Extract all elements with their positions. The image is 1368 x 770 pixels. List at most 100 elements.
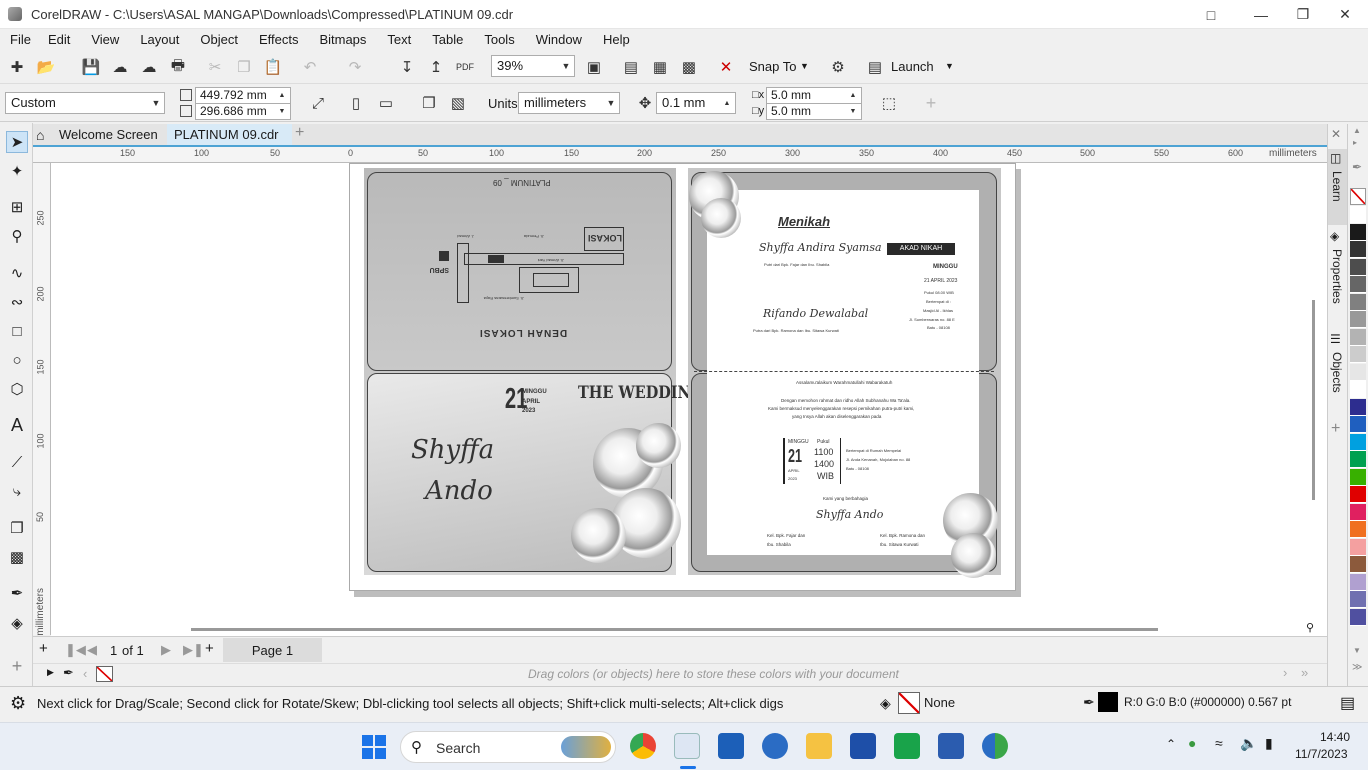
file-explorer-icon[interactable] bbox=[806, 733, 832, 759]
export-pdf-icon[interactable]: PDF bbox=[454, 56, 476, 78]
units-dropdown[interactable]: millimeters ▼ bbox=[518, 92, 620, 114]
eyedropper-icon[interactable]: ✒ bbox=[63, 665, 74, 681]
zoom-fit-icon[interactable]: ⚲ bbox=[1306, 621, 1314, 634]
app-icon-blue[interactable] bbox=[850, 733, 876, 759]
menu-window[interactable]: Window bbox=[536, 32, 582, 47]
no-color-swatch[interactable] bbox=[96, 666, 113, 682]
undo-icon[interactable]: ↶ bbox=[299, 56, 321, 78]
duplicate-y-field[interactable]: 5.0 mm ▼ bbox=[766, 103, 862, 120]
fill-color-swatch[interactable] bbox=[898, 692, 920, 714]
last-page-icon[interactable]: ▶❚ bbox=[183, 642, 204, 658]
color-swatch[interactable] bbox=[1350, 416, 1366, 433]
chevron-down-icon[interactable]: ▼ bbox=[945, 61, 954, 71]
dimension-tool-icon[interactable]: ⟋ bbox=[6, 451, 28, 473]
zoom-level-dropdown[interactable]: 39% ▼ bbox=[491, 55, 575, 77]
color-swatch[interactable] bbox=[1350, 241, 1366, 258]
color-swatch[interactable] bbox=[1350, 503, 1366, 521]
fill-icon[interactable]: ◈ bbox=[880, 695, 891, 712]
launch-icon[interactable]: ▤ bbox=[864, 56, 886, 78]
color-swatch[interactable] bbox=[1350, 206, 1366, 223]
horizontal-scrollbar[interactable]: ⚲ bbox=[51, 621, 1327, 636]
snap-to-dropdown[interactable]: Snap To bbox=[749, 59, 796, 74]
next-page-icon[interactable]: ▶ bbox=[161, 642, 171, 658]
open-folder-icon[interactable]: 📂 bbox=[35, 56, 57, 78]
browser-icon[interactable] bbox=[762, 733, 788, 759]
zoom-tool-icon[interactable]: ⚲ bbox=[6, 225, 28, 247]
color-swatch[interactable] bbox=[1350, 328, 1366, 346]
palette-scroll-right-icon[interactable]: › bbox=[1283, 665, 1287, 680]
new-document-icon[interactable]: ✚ bbox=[6, 56, 28, 78]
menu-effects[interactable]: Effects bbox=[259, 32, 299, 47]
text-tool-icon[interactable]: A bbox=[6, 414, 28, 436]
palette-expand-right-icon[interactable]: » bbox=[1301, 665, 1308, 680]
add-page-after-icon[interactable]: + bbox=[205, 640, 214, 657]
scrollbar-thumb[interactable] bbox=[191, 628, 1158, 631]
options-gear-icon[interactable]: ⚙ bbox=[827, 56, 849, 78]
color-swatch[interactable] bbox=[1350, 258, 1366, 276]
menu-tools[interactable]: Tools bbox=[484, 32, 514, 47]
first-page-icon[interactable]: ❚◀ bbox=[65, 642, 86, 658]
clock-date[interactable]: 11/7/2023 bbox=[1295, 747, 1348, 761]
show-rulers-icon[interactable]: ▤ bbox=[620, 56, 642, 78]
interactive-fill-icon[interactable]: ◈ bbox=[6, 612, 28, 634]
all-pages-icon[interactable]: ❐ bbox=[418, 92, 440, 114]
nudge-distance-field[interactable]: 0.1 mm ▲ bbox=[656, 92, 736, 114]
redo-icon[interactable]: ↷ bbox=[344, 56, 366, 78]
palette-scroll-left-icon[interactable]: ‹ bbox=[83, 666, 87, 681]
learn-tab[interactable]: ◫ Learn bbox=[1328, 149, 1347, 225]
tab-welcome-screen[interactable]: Welcome Screen bbox=[59, 124, 158, 145]
menu-table[interactable]: Table bbox=[432, 32, 463, 47]
network-status-icon[interactable]: ● bbox=[1188, 735, 1196, 751]
wifi-icon[interactable]: ≈ bbox=[1215, 735, 1223, 751]
scrollbar-thumb[interactable] bbox=[1312, 300, 1315, 500]
palette-flyout-icon[interactable]: ✒ bbox=[1352, 160, 1362, 174]
word-icon[interactable] bbox=[938, 733, 964, 759]
menu-layout[interactable]: Layout bbox=[140, 32, 179, 47]
palette-menu-icon[interactable]: ▸ bbox=[1353, 138, 1357, 147]
save-icon[interactable]: 💾 bbox=[80, 56, 102, 78]
export-icon[interactable]: ↥ bbox=[425, 56, 447, 78]
color-swatch[interactable] bbox=[1350, 486, 1366, 503]
menu-file[interactable]: File bbox=[10, 32, 31, 47]
current-page-icon[interactable]: ▧ bbox=[447, 92, 469, 114]
chrome-icon[interactable] bbox=[630, 733, 656, 759]
outline-pen-icon[interactable]: ✒ bbox=[1083, 694, 1095, 711]
palette-expand-icon[interactable]: ▶ bbox=[47, 667, 54, 678]
color-swatch[interactable] bbox=[1350, 451, 1366, 468]
upload-cloud-icon[interactable]: ☁ bbox=[109, 56, 131, 78]
add-page-icon[interactable]: + bbox=[39, 640, 48, 657]
new-tab-icon[interactable]: + bbox=[295, 124, 304, 142]
minimize-button[interactable]: — bbox=[1238, 0, 1284, 29]
polygon-tool-icon[interactable]: ⬡ bbox=[6, 378, 28, 400]
add-icon[interactable]: + bbox=[920, 92, 942, 114]
color-swatch[interactable] bbox=[1350, 591, 1366, 608]
launch-dropdown[interactable]: Launch bbox=[891, 59, 934, 74]
transparency-icon[interactable]: ▩ bbox=[6, 546, 28, 568]
drop-shadow-icon[interactable]: ❐ bbox=[6, 517, 28, 539]
add-tool-icon[interactable]: + bbox=[6, 655, 28, 677]
add-docker-icon[interactable]: + bbox=[1331, 420, 1340, 438]
page-border-icon[interactable]: ⬚ bbox=[878, 92, 900, 114]
coreldraw-icon[interactable] bbox=[674, 733, 700, 759]
cut-icon[interactable]: ✂ bbox=[204, 56, 226, 78]
vertical-scrollbar[interactable] bbox=[1305, 163, 1327, 623]
objects-tab[interactable]: ☰ Objects bbox=[1328, 330, 1347, 410]
vertical-ruler[interactable]: 250 200 150 100 50 millimeters bbox=[33, 163, 51, 636]
crop-tool-icon[interactable]: ⊞ bbox=[6, 196, 28, 218]
app-icon-green[interactable] bbox=[894, 733, 920, 759]
rectangle-tool-icon[interactable]: □ bbox=[6, 320, 28, 342]
palette-expand-down-icon[interactable]: ≫ bbox=[1352, 662, 1362, 673]
color-swatch[interactable] bbox=[1350, 293, 1366, 311]
menu-view[interactable]: View bbox=[91, 32, 119, 47]
color-swatch[interactable] bbox=[1350, 346, 1366, 363]
color-swatch[interactable] bbox=[1350, 521, 1366, 538]
close-docker-icon[interactable]: ✕ bbox=[1331, 127, 1341, 141]
taskbar-search[interactable]: ⚲ Search bbox=[400, 731, 616, 763]
color-swatch[interactable] bbox=[1350, 381, 1366, 398]
maximize-button[interactable]: ❐ bbox=[1280, 0, 1326, 29]
start-windows-icon[interactable] bbox=[362, 735, 386, 759]
page-height-field[interactable]: 296.686 mm ▼ bbox=[195, 103, 291, 120]
show-guidelines-icon[interactable]: ▩ bbox=[678, 56, 700, 78]
freehand-tool-icon[interactable]: ∿ bbox=[6, 262, 28, 284]
document-info-icon[interactable]: ▤ bbox=[1340, 693, 1355, 713]
